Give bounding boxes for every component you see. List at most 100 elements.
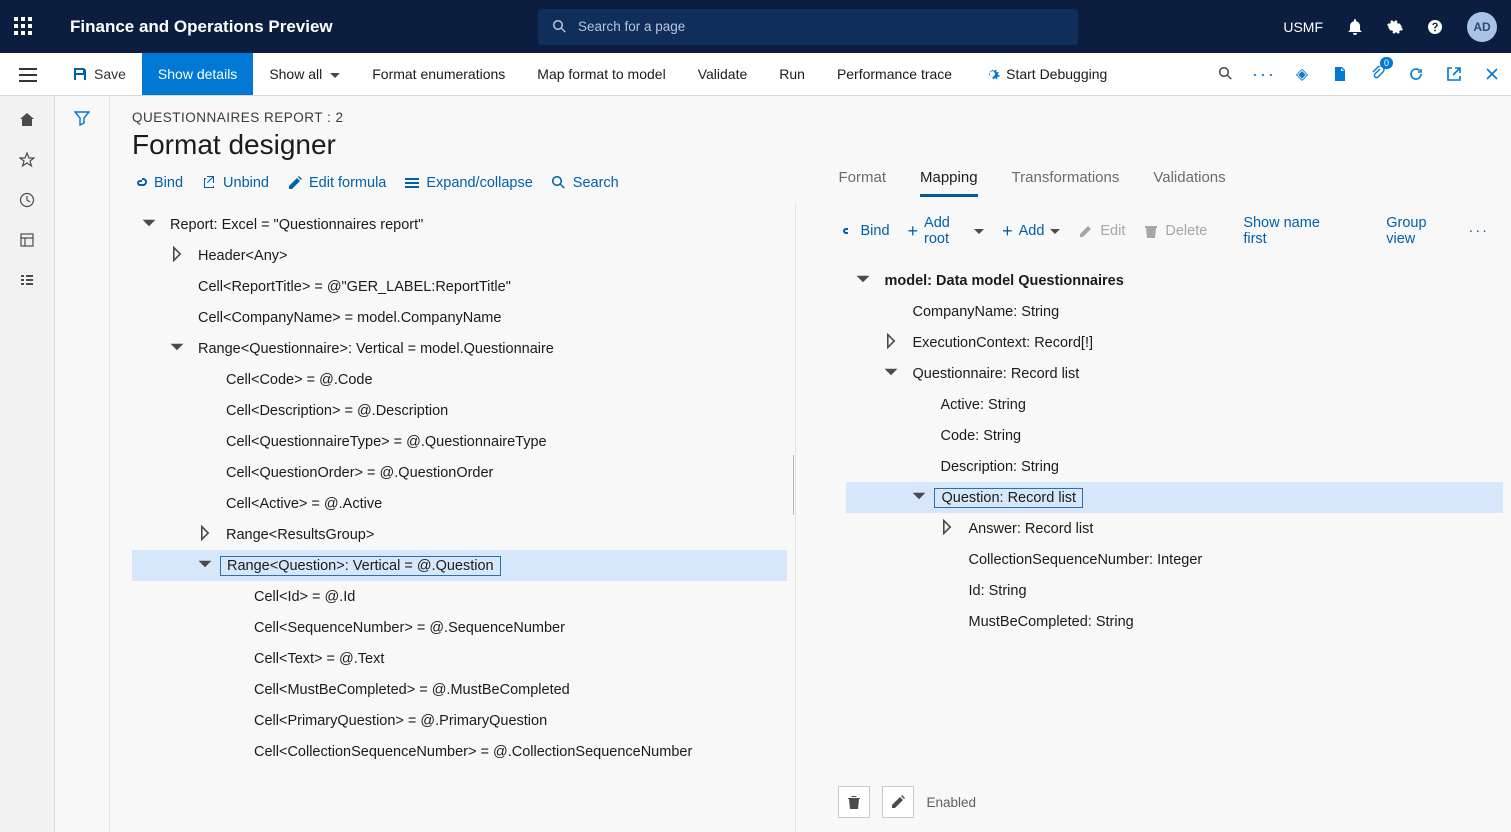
map-format-button[interactable]: Map format to model <box>521 53 681 95</box>
save-button[interactable]: Save <box>56 53 142 95</box>
bind-button[interactable]: Bind <box>132 175 183 191</box>
expand-icon[interactable] <box>168 339 186 358</box>
tree-label: Questionnaire: Record list <box>906 364 1085 384</box>
format-tree[interactable]: Report: Excel = "Questionnaires report"H… <box>110 203 796 832</box>
tree-row[interactable]: Cell<CollectionSequenceNumber> = @.Colle… <box>132 736 787 767</box>
tab-transformations[interactable]: Transformations <box>1012 169 1120 197</box>
tree-label: Answer: Record list <box>962 519 1099 539</box>
home-icon[interactable] <box>19 112 35 128</box>
tree-row[interactable]: Description: String <box>846 451 1503 482</box>
tab-mapping[interactable]: Mapping <box>920 169 978 197</box>
expand-icon[interactable] <box>140 215 158 234</box>
tree-row[interactable]: Cell<Id> = @.Id <box>132 581 787 612</box>
tree-row[interactable]: MustBeCompleted: String <box>846 606 1503 637</box>
tree-row[interactable]: Question: Record list <box>846 482 1503 513</box>
bell-icon[interactable] <box>1347 19 1363 35</box>
performance-trace-button[interactable]: Performance trace <box>821 53 968 95</box>
tree-row[interactable]: Cell<MustBeCompleted> = @.MustBeComplete… <box>132 674 787 705</box>
tree-row[interactable]: Cell<QuestionnaireType> = @.Questionnair… <box>132 426 787 457</box>
modules-icon[interactable] <box>19 272 35 288</box>
tree-row[interactable]: Id: String <box>846 575 1503 606</box>
tree-row[interactable]: Report: Excel = "Questionnaires report" <box>132 209 787 240</box>
tree-row[interactable]: Header<Any> <box>132 240 787 271</box>
tree-row[interactable]: Cell<CompanyName> = model.CompanyName <box>132 302 787 333</box>
tree-row[interactable]: CollectionSequenceNumber: Integer <box>846 544 1503 575</box>
expand-icon[interactable] <box>196 556 214 575</box>
pane-splitter[interactable] <box>789 455 796 515</box>
group-view-button[interactable]: Group view <box>1386 215 1450 247</box>
left-search-button[interactable]: Search <box>551 175 619 191</box>
add-root-button[interactable]: +Add root <box>908 215 985 247</box>
tree-row[interactable]: ExecutionContext: Record[!] <box>846 327 1503 358</box>
edit-binding-button[interactable] <box>882 786 914 818</box>
debug-gear-icon <box>984 66 1000 82</box>
app-launcher-icon[interactable] <box>14 17 34 37</box>
show-all-button[interactable]: Show all <box>253 53 356 95</box>
global-search[interactable]: Search for a page <box>538 9 1078 45</box>
toolbar-search-button[interactable] <box>1207 53 1245 95</box>
format-enumerations-button[interactable]: Format enumerations <box>356 53 521 95</box>
tree-row[interactable]: Cell<Description> = @.Description <box>132 395 787 426</box>
toolbar-refresh-button[interactable] <box>1397 53 1435 95</box>
tree-row[interactable]: CompanyName: String <box>846 296 1503 327</box>
tree-row[interactable]: Range<Questionnaire>: Vertical = model.Q… <box>132 333 787 364</box>
unbind-button[interactable]: Unbind <box>201 175 269 191</box>
collapse-icon[interactable] <box>938 519 956 538</box>
show-name-first-button[interactable]: Show name first <box>1243 215 1334 247</box>
toolbar-close-button[interactable] <box>1473 53 1511 95</box>
expand-icon[interactable] <box>854 271 872 290</box>
add-button[interactable]: +Add <box>1002 223 1060 239</box>
run-button[interactable]: Run <box>763 53 821 95</box>
hamburger-button[interactable] <box>0 53 55 96</box>
tree-row[interactable]: Active: String <box>846 389 1503 420</box>
right-overflow-button[interactable]: ··· <box>1469 223 1490 239</box>
user-avatar[interactable]: AD <box>1467 12 1497 42</box>
help-icon[interactable] <box>1427 19 1443 35</box>
tree-row[interactable]: Questionnaire: Record list <box>846 358 1503 389</box>
tree-row[interactable]: Cell<Active> = @.Active <box>132 488 787 519</box>
tree-row[interactable]: Cell<ReportTitle> = @"GER_LABEL:ReportTi… <box>132 271 787 302</box>
toolbar-page-button[interactable] <box>1321 53 1359 95</box>
close-icon <box>1484 66 1500 82</box>
popout-icon <box>1446 66 1462 82</box>
clock-icon[interactable] <box>19 192 35 208</box>
tree-label: Code: String <box>934 426 1027 446</box>
tree-row[interactable]: Range<ResultsGroup> <box>132 519 787 550</box>
tree-row[interactable]: Cell<Code> = @.Code <box>132 364 787 395</box>
star-icon[interactable] <box>19 152 35 168</box>
toolbar-popout-button[interactable] <box>1435 53 1473 95</box>
toolbar-diamond-button[interactable]: ◈ <box>1283 53 1321 95</box>
tree-label: Active: String <box>934 395 1031 415</box>
tree-row[interactable]: Answer: Record list <box>846 513 1503 544</box>
expand-icon[interactable] <box>882 364 900 383</box>
toolbar-attachment-button[interactable]: 0 <box>1359 53 1397 95</box>
expand-icon[interactable] <box>910 488 928 507</box>
expand-collapse-button[interactable]: Expand/collapse <box>404 175 532 191</box>
attachment-badge: 0 <box>1380 57 1393 69</box>
mapping-tree[interactable]: model: Data model QuestionnairesCompanyN… <box>816 259 1511 780</box>
tree-label: Cell<MustBeCompleted> = @.MustBeComplete… <box>248 680 576 700</box>
collapse-icon[interactable] <box>882 333 900 352</box>
tab-validations[interactable]: Validations <box>1153 169 1225 197</box>
tree-row[interactable]: Cell<SequenceNumber> = @.SequenceNumber <box>132 612 787 643</box>
toolbar-overflow-button[interactable]: ··· <box>1245 53 1283 95</box>
validate-button[interactable]: Validate <box>682 53 764 95</box>
workspace-icon[interactable] <box>19 232 35 248</box>
tree-row[interactable]: Range<Question>: Vertical = @.Question <box>132 550 787 581</box>
gear-icon[interactable] <box>1387 19 1403 35</box>
show-details-button[interactable]: Show details <box>142 53 253 95</box>
tree-row[interactable]: Cell<Text> = @.Text <box>132 643 787 674</box>
tab-format[interactable]: Format <box>838 169 886 197</box>
filter-icon[interactable] <box>74 110 90 126</box>
tree-row[interactable]: Cell<PrimaryQuestion> = @.PrimaryQuestio… <box>132 705 787 736</box>
tree-row[interactable]: model: Data model Questionnaires <box>846 265 1503 296</box>
collapse-icon[interactable] <box>196 525 214 544</box>
tree-row[interactable]: Code: String <box>846 420 1503 451</box>
right-bind-button[interactable]: Bind <box>838 223 889 239</box>
collapse-icon[interactable] <box>168 246 186 265</box>
tree-row[interactable]: Cell<QuestionOrder> = @.QuestionOrder <box>132 457 787 488</box>
edit-formula-button[interactable]: Edit formula <box>287 175 386 191</box>
start-debugging-button[interactable]: Start Debugging <box>968 53 1123 95</box>
delete-binding-button[interactable] <box>838 786 870 818</box>
company-code[interactable]: USMF <box>1283 19 1323 35</box>
